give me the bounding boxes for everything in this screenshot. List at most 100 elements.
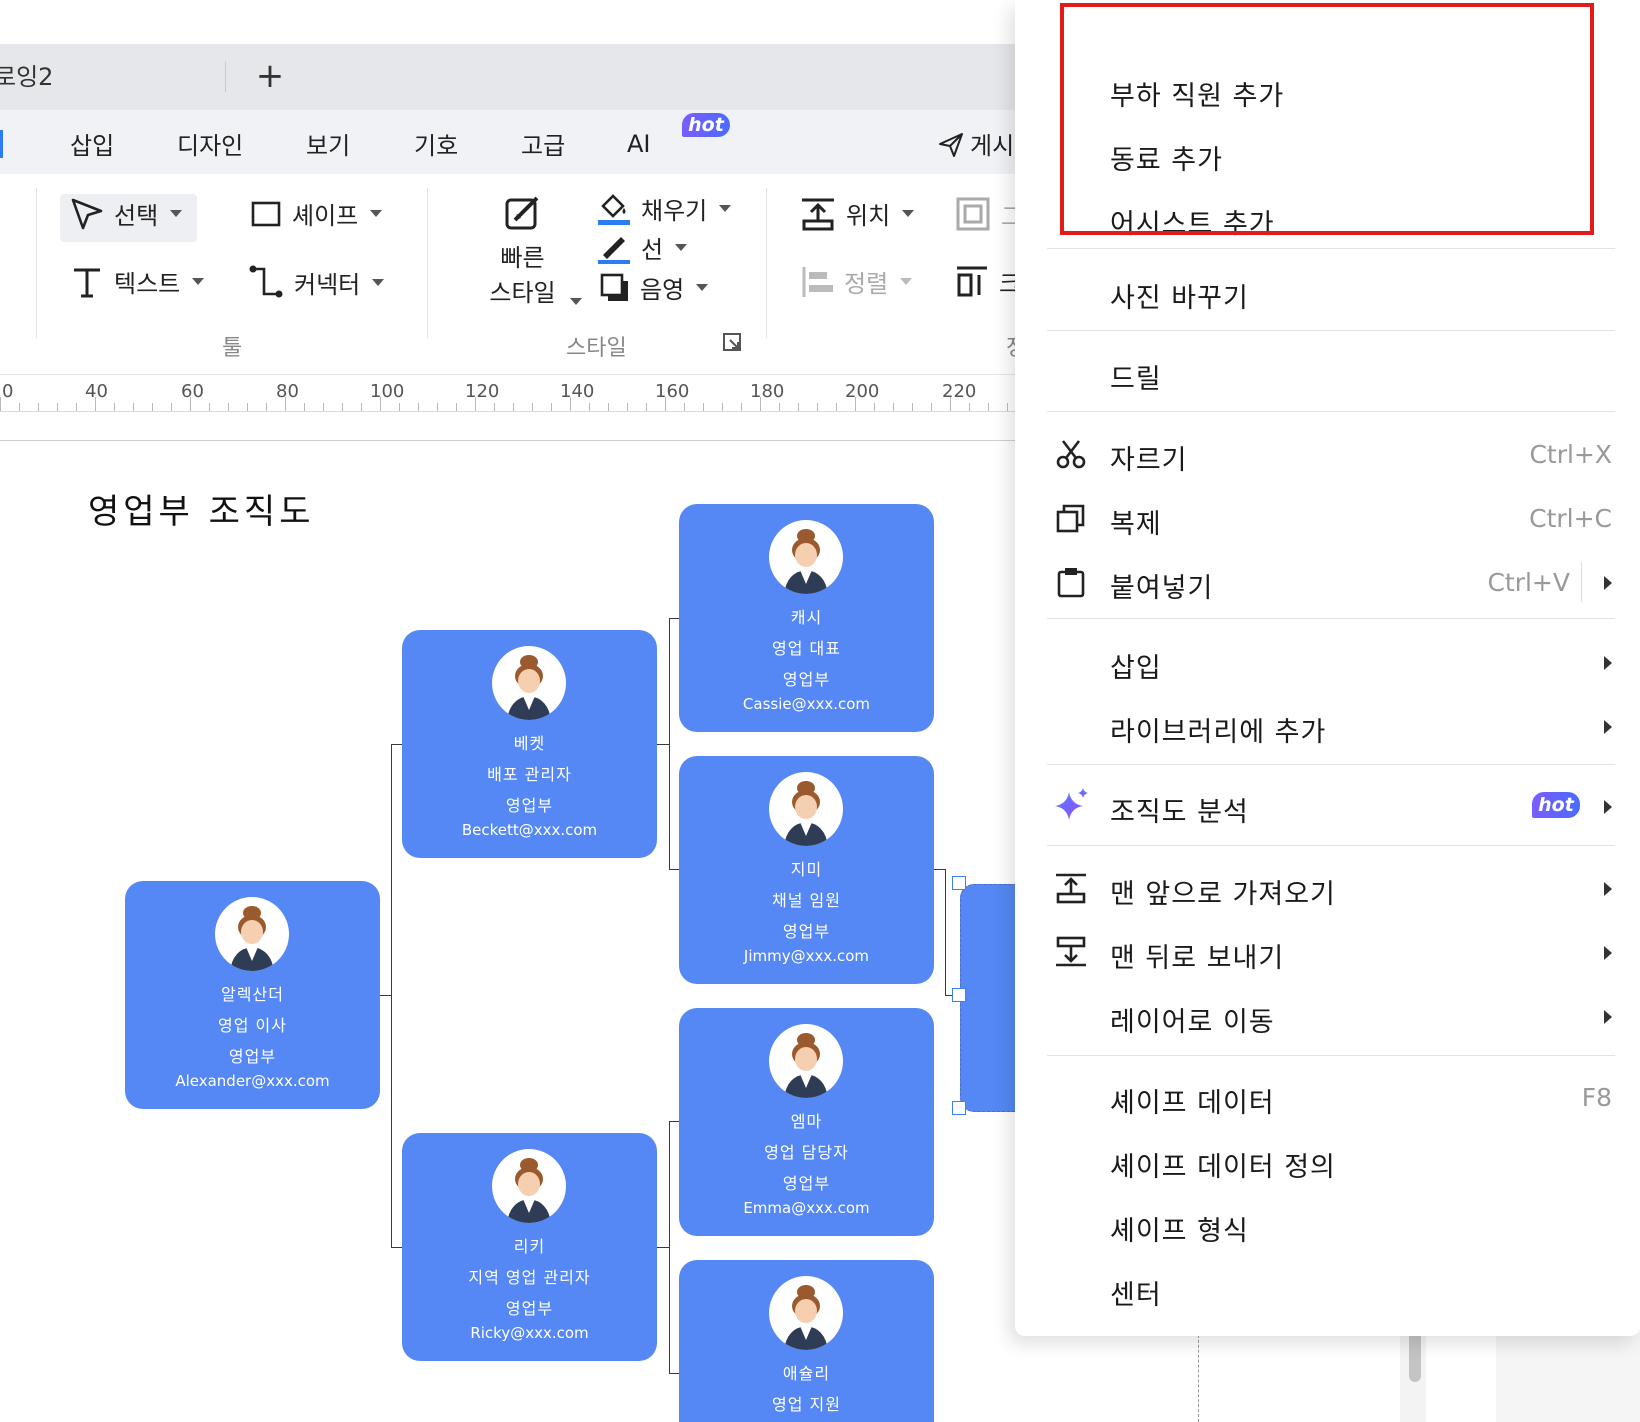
menu-shape-format[interactable]: 셰이프 형식 (1015, 1197, 1640, 1253)
position-button[interactable]: 위치 (800, 196, 915, 231)
ruler-tick (399, 403, 400, 411)
tab-divider (225, 62, 226, 92)
menu-org-analysis[interactable]: 조직도 분석 hot (1015, 778, 1640, 834)
menu-insert-sub[interactable]: 삽입 (1015, 634, 1640, 690)
menu-paste[interactable]: 붙여넣기 Ctrl+V (1015, 554, 1640, 610)
chevron-right-icon (1604, 800, 1612, 814)
ruler-tick (950, 397, 951, 411)
chevron-right-icon[interactable] (1604, 576, 1612, 590)
card-name: 알렉산더 (221, 985, 284, 1004)
ruler-label: 140 (560, 381, 595, 402)
ruler-tick (1007, 403, 1008, 411)
align-left-icon (802, 266, 833, 297)
ruler-tick (0, 397, 1, 411)
menu-move-to-layer[interactable]: 레이어로 이동 (1015, 988, 1640, 1044)
text-tool-button[interactable]: 텍스트 (70, 264, 205, 299)
card-dept: 영업부 (782, 922, 831, 941)
org-card-selected[interactable] (960, 884, 1020, 1112)
fill-label: 채우기 (641, 196, 708, 225)
style-dialog-launcher[interactable] (722, 332, 742, 357)
card-dept: 영업부 (228, 1047, 277, 1066)
fill-button[interactable]: 채우기 (597, 190, 732, 226)
connector-line (933, 869, 945, 870)
scrollbar-thumb[interactable] (1409, 1332, 1421, 1382)
menu-drill[interactable]: 드릴 (1015, 345, 1640, 401)
active-menu-indicator (0, 130, 3, 158)
menu-shortcut: F8 (1581, 1083, 1612, 1112)
quick-style-button[interactable]: 빠른 스타일 (470, 192, 582, 312)
org-card-emma[interactable]: 엠마 영업 담당자 영업부 Emma@xxx.com (679, 1008, 934, 1236)
ruler-tick (57, 403, 58, 411)
ruler-tick (475, 397, 476, 411)
document-tab[interactable]: 로잉2 (0, 44, 226, 110)
connector-icon (249, 265, 283, 298)
org-card-alexander[interactable]: 알렉산더 영업 이사 영업부 Alexander@xxx.com (125, 881, 380, 1109)
menu-bring-to-front[interactable]: 맨 앞으로 가져오기 (1015, 860, 1640, 916)
menu-design[interactable]: 디자인 (177, 126, 243, 161)
menu-advanced[interactable]: 고급 (521, 126, 565, 161)
menu-separator (1047, 618, 1615, 619)
ruler-tick (627, 403, 628, 411)
resize-handle[interactable] (952, 876, 966, 890)
connector-line (669, 618, 670, 869)
menu-bar: 삽입 디자인 보기 기호 고급 AI hot 게시 (0, 110, 1015, 174)
new-tab-button[interactable]: + (250, 54, 290, 98)
menu-center[interactable]: 센터 (1015, 1261, 1640, 1317)
card-role: 지역 영업 관리자 (468, 1268, 591, 1287)
select-tool-button[interactable]: 선택 (70, 196, 183, 231)
ribbon-divider (427, 188, 428, 338)
ruler-label: 120 (465, 381, 500, 402)
shadow-button[interactable]: 음영 (600, 270, 709, 305)
menu-label: 셰이프 데이터 (1110, 1088, 1275, 1119)
resize-handle[interactable] (952, 988, 966, 1002)
connector-label: 커넥터 (294, 270, 361, 299)
card-role: 영업 대표 (772, 639, 841, 658)
menu-label: 맨 앞으로 가져오기 (1110, 879, 1336, 910)
org-card-ashley[interactable]: 애슐리 영업 지원 (679, 1260, 934, 1422)
card-dept: 영업부 (505, 1299, 554, 1318)
menu-label: 삽입 (1110, 653, 1162, 684)
document-tab-bar: 로잉2 + (0, 44, 1015, 110)
chevron-down-icon (192, 278, 205, 285)
menu-insert[interactable]: 삽입 (70, 126, 114, 161)
connector-tool-button[interactable]: 커넥터 (248, 264, 385, 300)
line-button[interactable]: 선 (597, 230, 688, 265)
resize-handle[interactable] (952, 1101, 966, 1115)
menu-cut[interactable]: 자르기 Ctrl+X (1015, 426, 1640, 482)
org-card-beckett[interactable]: 베켓 배포 관리자 영업부 Beckett@xxx.com (402, 630, 657, 858)
org-card-jimmy[interactable]: 지미 채널 임원 영업부 Jimmy@xxx.com (679, 756, 934, 984)
ruler-tick (380, 397, 381, 411)
ruler-tick (988, 403, 989, 411)
org-card-cassie[interactable]: 캐시 영업 대표 영업부 Cassie@xxx.com (679, 504, 934, 732)
align-button[interactable]: 정렬 (800, 264, 913, 299)
menu-copy[interactable]: 복제 Ctrl+C (1015, 490, 1640, 546)
ruler-tick (893, 403, 894, 411)
menu-change-photo[interactable]: 사진 바꾸기 (1015, 264, 1640, 320)
chart-title[interactable]: 영업부 조직도 (88, 484, 315, 533)
share-button[interactable]: 게시 (938, 126, 1014, 161)
ruler-label: 0 (2, 381, 14, 402)
menu-add-to-library[interactable]: 라이브러리에 추가 (1015, 698, 1640, 754)
menu-ai[interactable]: AI (627, 130, 651, 158)
menu-label: 붙여넣기 (1110, 573, 1214, 604)
chevron-down-icon (370, 210, 383, 217)
menu-view[interactable]: 보기 (306, 126, 350, 161)
menu-shape-data[interactable]: 셰이프 데이터 F8 (1015, 1069, 1640, 1125)
ribbon-divider (766, 188, 767, 338)
shape-tool-button[interactable]: 셰이프 (250, 196, 383, 231)
menu-label: 레이어로 이동 (1110, 1007, 1275, 1038)
menu-send-to-back[interactable]: 맨 뒤로 보내기 (1015, 924, 1640, 980)
ruler-label: 100 (370, 381, 405, 402)
menu-define-shape-data[interactable]: 셰이프 데이터 정의 (1015, 1133, 1640, 1189)
org-card-ricky[interactable]: 리키 지역 영업 관리자 영업부 Ricky@xxx.com (402, 1133, 657, 1361)
menu-symbols[interactable]: 기호 (414, 126, 458, 161)
tools-group-label: 툴 (222, 336, 243, 361)
menu-separator (1047, 764, 1615, 765)
chevron-down-icon (696, 284, 709, 291)
ruler-tick (532, 403, 533, 411)
group-button[interactable]: 그 (955, 196, 1023, 232)
copy-icon (1056, 504, 1085, 533)
size-button[interactable]: 크 (955, 264, 1021, 299)
align-label: 정렬 (844, 270, 889, 298)
avatar (769, 772, 843, 846)
